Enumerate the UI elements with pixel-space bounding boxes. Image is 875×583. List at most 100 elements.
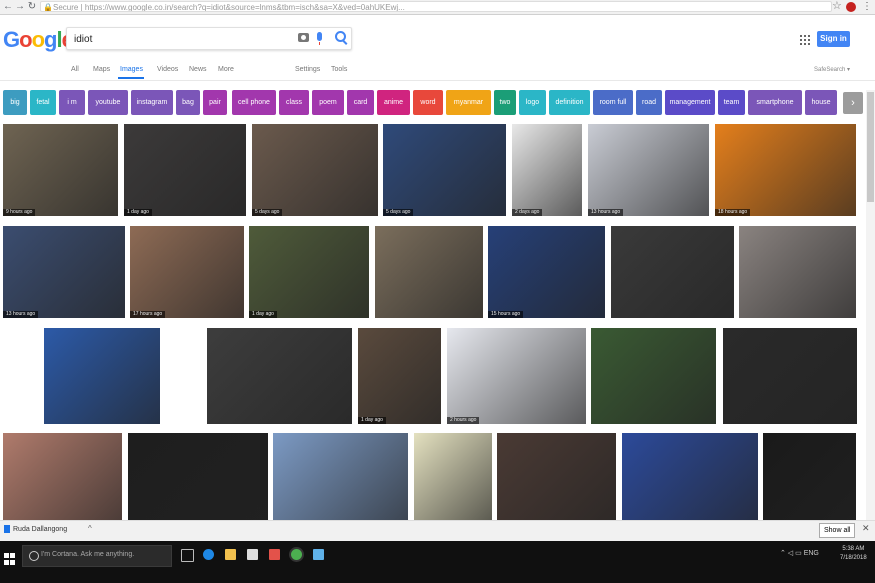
image-result[interactable] xyxy=(207,328,352,424)
microphone-icon[interactable] xyxy=(317,32,322,45)
chip-word[interactable]: word xyxy=(413,90,443,115)
apps-grid-icon[interactable] xyxy=(800,35,810,45)
related-searches-chips: big fetal i m youtube instagram bag pair cell p… xyxy=(3,90,865,116)
chip-definition[interactable]: definition xyxy=(549,90,590,115)
image-result[interactable] xyxy=(739,226,856,318)
chips-next-button[interactable]: › xyxy=(843,92,863,114)
safesearch-toggle[interactable]: SafeSearch ▾ xyxy=(814,66,850,73)
image-result[interactable] xyxy=(611,226,734,318)
show-all-button[interactable]: Show all xyxy=(819,523,856,538)
bookmark-star-icon[interactable]: ☆ xyxy=(832,0,842,13)
chip-fetal[interactable]: fetal xyxy=(30,90,56,115)
image-result[interactable]: 18 hours ago xyxy=(715,124,856,216)
clock[interactable]: 5:38 AM 7/18/2018 xyxy=(840,545,867,563)
chip-bag[interactable]: bag xyxy=(176,90,200,115)
sign-in-button[interactable]: Sign in xyxy=(817,31,850,47)
image-result[interactable] xyxy=(414,433,492,520)
image-result[interactable] xyxy=(128,433,268,520)
close-icon[interactable]: ✕ xyxy=(862,523,870,534)
chip-team[interactable]: team xyxy=(718,90,745,115)
chip-cell-phone[interactable]: cell phone xyxy=(232,90,276,115)
image-timestamp: 1 day ago xyxy=(358,417,386,424)
chip-myanmar[interactable]: myanmar xyxy=(446,90,491,115)
chip-class[interactable]: class xyxy=(279,90,309,115)
chip-house[interactable]: house xyxy=(805,90,837,115)
image-result[interactable]: 9 hours ago xyxy=(3,124,118,216)
browser-menu-icon[interactable]: ⋮ xyxy=(862,0,872,13)
chip-room-full[interactable]: room full xyxy=(593,90,633,115)
chip-pair[interactable]: pair xyxy=(203,90,227,115)
image-result[interactable]: 5 days ago xyxy=(383,124,506,216)
image-result[interactable]: 13 hours ago xyxy=(588,124,709,216)
edge-icon[interactable] xyxy=(203,549,214,560)
image-result[interactable]: 1 day ago xyxy=(249,226,369,318)
app-icon[interactable] xyxy=(313,549,324,560)
chip-management[interactable]: management xyxy=(665,90,715,115)
image-result[interactable]: 1 day ago xyxy=(358,328,441,424)
tab-all[interactable]: All xyxy=(71,66,79,73)
system-tray[interactable]: ⌃ ◁ ▭ ENG xyxy=(780,549,819,557)
search-input[interactable] xyxy=(72,31,296,48)
windows-start-icon[interactable] xyxy=(4,553,16,565)
image-result[interactable]: 13 hours ago xyxy=(3,226,125,318)
search-tabs: All Maps Images Videos News More Setting… xyxy=(0,62,875,81)
image-timestamp: 5 days ago xyxy=(252,209,283,216)
store-icon[interactable] xyxy=(247,549,258,560)
image-result[interactable]: 5 days ago xyxy=(252,124,378,216)
image-timestamp: 18 hours ago xyxy=(715,209,751,216)
clock-time: 5:38 AM xyxy=(842,546,865,552)
search-icon[interactable] xyxy=(335,31,346,42)
image-result[interactable] xyxy=(763,433,856,520)
camera-icon[interactable] xyxy=(298,33,309,42)
image-result[interactable] xyxy=(622,433,758,520)
reload-icon[interactable]: ↻ xyxy=(26,1,38,13)
tools-link[interactable]: Tools xyxy=(331,66,347,73)
google-logo[interactable]: Google xyxy=(3,27,74,53)
image-result[interactable]: 1 day ago xyxy=(124,124,246,216)
cortana-placeholder: I'm Cortana. Ask me anything. xyxy=(41,551,135,558)
cortana-search-box[interactable]: I'm Cortana. Ask me anything. xyxy=(22,545,172,567)
chip-i-m[interactable]: i m xyxy=(59,90,85,115)
chip-big[interactable]: big xyxy=(3,90,27,115)
tab-news[interactable]: News xyxy=(189,66,207,73)
download-filename: Ruda Dallangong xyxy=(13,525,68,533)
settings-link[interactable]: Settings xyxy=(295,66,320,73)
chip-road[interactable]: road xyxy=(636,90,662,115)
chip-anime[interactable]: anime xyxy=(377,90,410,115)
address-bar[interactable]: 🔒 Secure | https://www.google.co.in/sear… xyxy=(40,1,832,12)
app-icon[interactable] xyxy=(269,549,280,560)
image-timestamp: 1 day ago xyxy=(249,311,277,318)
chrome-icon[interactable] xyxy=(291,549,302,560)
tab-videos[interactable]: Videos xyxy=(157,66,178,73)
tab-more[interactable]: More xyxy=(218,66,234,73)
chip-instagram[interactable]: instagram xyxy=(131,90,173,115)
download-item[interactable]: Ruda Dallangong xyxy=(4,525,67,533)
image-result[interactable] xyxy=(497,433,616,520)
chip-card[interactable]: card xyxy=(347,90,374,115)
chip-poem[interactable]: poem xyxy=(312,90,344,115)
image-result[interactable] xyxy=(375,226,483,318)
image-result[interactable] xyxy=(591,328,716,424)
file-explorer-icon[interactable] xyxy=(225,549,236,560)
extension-icon[interactable] xyxy=(846,2,856,12)
scrollbar-thumb[interactable] xyxy=(867,92,874,202)
chip-smartphone[interactable]: smartphone xyxy=(748,90,802,115)
task-view-icon[interactable] xyxy=(181,549,194,562)
image-result[interactable]: 15 hours ago xyxy=(488,226,605,318)
tab-images[interactable]: Images xyxy=(120,66,143,73)
image-result[interactable]: 2 days ago xyxy=(512,124,582,216)
image-results-grid: 9 hours ago 1 day ago 5 days ago 5 days ago… xyxy=(0,120,875,520)
chip-youtube[interactable]: youtube xyxy=(88,90,128,115)
image-result[interactable]: 2 hours ago xyxy=(447,328,586,424)
chevron-up-icon[interactable]: ^ xyxy=(88,524,92,533)
forward-icon[interactable]: → xyxy=(14,1,26,13)
image-result[interactable]: 17 hours ago xyxy=(130,226,244,318)
image-result[interactable] xyxy=(273,433,408,520)
tab-maps[interactable]: Maps xyxy=(93,66,110,73)
image-result[interactable] xyxy=(723,328,857,424)
back-icon[interactable]: ← xyxy=(2,1,14,13)
chip-logo[interactable]: logo xyxy=(519,90,546,115)
image-result[interactable] xyxy=(44,328,160,424)
image-result[interactable] xyxy=(3,433,122,520)
chip-two[interactable]: two xyxy=(494,90,516,115)
